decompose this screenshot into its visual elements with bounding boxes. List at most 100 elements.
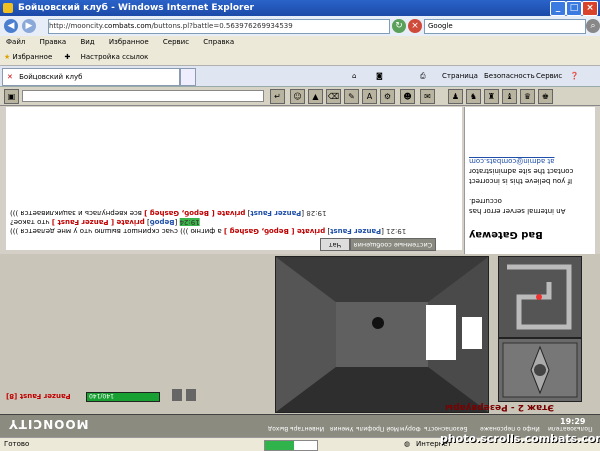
back-button[interactable]: ◀ (4, 19, 18, 33)
send-icon[interactable]: ↵ (270, 89, 285, 104)
mail-icon[interactable]: ✉ (420, 89, 435, 104)
chat-menu-icon[interactable]: ▣ (4, 89, 19, 104)
nav-forum[interactable]: Форум (400, 425, 421, 432)
clear-icon[interactable]: ⌫ (326, 89, 341, 104)
mooncity-logo: MOONCITY (8, 417, 89, 431)
chat-input[interactable] (22, 90, 264, 102)
maze-map (499, 257, 581, 337)
menu-bar: Файл Правка Вид Избранное Сервис Справка (0, 36, 600, 49)
maximize-button[interactable]: □ (566, 1, 582, 16)
forward-button[interactable]: ▶ (22, 19, 36, 33)
address-domain: combats.com (104, 22, 152, 30)
admin-email-link[interactable]: at admin@combats.com (469, 157, 554, 165)
close-button[interactable]: × (582, 1, 598, 16)
menu-edit[interactable]: Правка (40, 38, 67, 46)
inventory-icon[interactable] (172, 389, 182, 401)
watermark: photo.scrolls.combats.com (440, 432, 600, 445)
msg-private[interactable]: private [ Вероб, Gasheg ] (224, 227, 325, 235)
nav-character-info[interactable]: Инфо о персонаже (480, 425, 540, 432)
error-line: An internal server error has (469, 207, 566, 215)
nav-security[interactable]: Безопасность (424, 425, 468, 432)
compass-rose (502, 342, 578, 398)
error-line: contact the site administrator (469, 167, 574, 175)
rss-icon[interactable]: ◙ (376, 70, 383, 82)
info-icon[interactable] (186, 389, 196, 401)
tab-fightclub[interactable]: ✕ Бойцовский клуб (2, 68, 180, 86)
dungeon-view[interactable] (275, 256, 489, 413)
msg-private[interactable]: private [ Вероб, Gasheg ] (144, 209, 245, 217)
add-favorite-icon[interactable]: ✚ (65, 53, 71, 61)
print-icon[interactable]: ⎙ (420, 70, 426, 82)
filter-icon[interactable]: ▲ (308, 89, 323, 104)
chat-log: 19:21 [Panzer Faust] private [ Вероб, Ga… (6, 107, 462, 250)
chat-message: 19:24 [Вероб] private [ Panzer Faust ] ч… (10, 218, 200, 226)
tab-system-messages[interactable]: Системные сообщения (350, 238, 436, 251)
chat-tabs: Чат Системные сообщения (320, 238, 465, 251)
progress-fill (265, 441, 294, 450)
tab-chat[interactable]: Чат (320, 238, 350, 251)
address-input[interactable]: http://mooncity.combats.com/buttons.pl?b… (48, 19, 390, 34)
nav-my-profile[interactable]: Мой Профиль (356, 425, 399, 432)
msg-nick[interactable]: Panzer Faust (250, 209, 301, 217)
nav-exit[interactable]: Выход (268, 425, 288, 432)
help-icon[interactable]: ❓ (570, 70, 579, 82)
user-icon-4[interactable]: ♝ (502, 89, 517, 104)
chat-message: 19:28 [Panzer Faust] private [ Вероб, Ga… (10, 209, 327, 217)
menu-tools[interactable]: Сервис (163, 38, 189, 46)
chat-message: 19:21 [Panzer Faust] private [ Вероб, Ga… (10, 227, 407, 235)
page-menu[interactable]: Страница (442, 70, 478, 82)
tools-menu[interactable]: Сервис (536, 70, 562, 82)
menu-view[interactable]: Вид (80, 38, 94, 46)
status-text: Готово (4, 440, 30, 448)
security-menu[interactable]: Безопасность (484, 70, 535, 82)
menu-favorites[interactable]: Избранное (109, 38, 149, 46)
address-row: ◀ ▶ http://mooncity.combats.com/buttons.… (0, 16, 600, 36)
translit-icon[interactable]: A (362, 89, 377, 104)
title-bar: Бойцовский клуб - Windows Internet Explo… (0, 0, 600, 16)
search-placeholder: Google (428, 22, 453, 30)
nav-skills[interactable]: Умения (330, 425, 353, 432)
error-line: If you believe this is incorrect (469, 177, 573, 185)
user-icon-5[interactable]: ♛ (520, 89, 535, 104)
nav-users[interactable]: Пользователи (548, 425, 593, 432)
tab-bar: ✕ Бойцовский клуб ⌂ ◙ ⎙ Страница Безопас… (0, 66, 600, 87)
user-icon-2[interactable]: ♞ (466, 89, 481, 104)
search-input[interactable]: Google (424, 19, 586, 34)
star-icon[interactable]: ★ (4, 53, 10, 61)
chat-toolbar: ▣ ↵ ☺ ▲ ⌫ ✎ A ⚙ ☻ ✉ ♟ ♞ ♜ ♝ ♛ ♚ (0, 87, 600, 106)
menu-file[interactable]: Файл (6, 38, 25, 46)
links-button[interactable]: Настройка ссылок (81, 53, 149, 61)
nav-inventory[interactable]: Инвентарь (290, 425, 324, 432)
msg-text: все квернулась и зацикливается ))) (10, 209, 142, 217)
search-icon[interactable]: ⌕ (586, 19, 600, 33)
msg-nick[interactable]: Вероб (150, 218, 175, 226)
sys-icon[interactable]: ⚙ (380, 89, 395, 104)
tab-close-icon[interactable]: ✕ (7, 73, 13, 81)
error-title: Bad Gateway (469, 229, 543, 240)
stop-icon[interactable]: × (408, 19, 422, 33)
refresh-icon[interactable]: ↻ (392, 19, 406, 33)
favorites-button[interactable]: Избранное (13, 53, 53, 61)
compass[interactable] (498, 338, 582, 402)
scroll-icon[interactable]: ✎ (344, 89, 359, 104)
user-icon-6[interactable]: ♚ (538, 89, 553, 104)
minimize-button[interactable]: _ (550, 1, 566, 16)
msg-text: что такое? (10, 218, 50, 226)
minimap[interactable] (498, 256, 582, 338)
msg-time: 19:28 (306, 209, 327, 217)
new-tab-button[interactable] (180, 68, 196, 86)
msg-private[interactable]: private [ Panzer Faust ] (52, 218, 145, 226)
menu-help[interactable]: Справка (203, 38, 234, 46)
player-name[interactable]: Panzer Faust [8] (6, 392, 71, 400)
progress-bar (264, 440, 318, 451)
smile-icon[interactable]: ☺ (290, 89, 305, 104)
face-icon[interactable]: ☻ (400, 89, 415, 104)
home-icon[interactable]: ⌂ (352, 70, 356, 82)
user-icon-3[interactable]: ♜ (484, 89, 499, 104)
user-icon-1[interactable]: ♟ (448, 89, 463, 104)
msg-nick[interactable]: Panzer Faust (330, 227, 381, 235)
msg-text: а фигню ))) счас скриншот вышлю что у мн… (10, 227, 222, 235)
address-prefix: http://mooncity. (49, 22, 105, 30)
msg-time: 19:24 (179, 218, 200, 226)
globe-icon: ◍ (404, 440, 411, 448)
